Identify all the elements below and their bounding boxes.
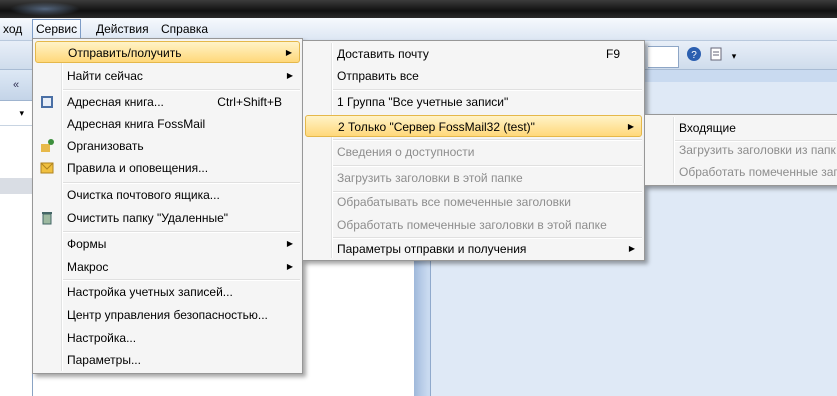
- toolbar-overflow-icon[interactable]: ▾: [728, 46, 740, 66]
- menu-item-process-all-marked[interactable]: Обрабатывать все помеченные заголовки: [305, 191, 642, 213]
- menu-service[interactable]: Сервис: [32, 19, 82, 39]
- menu-item-download-headers-from-folders[interactable]: Загрузить заголовки из папк: [647, 139, 837, 161]
- menu-item-macro[interactable]: Макрос ▶: [35, 256, 300, 278]
- server-submenu: Входящие Загрузить заголовки из папк Обр…: [644, 114, 837, 186]
- help-icon[interactable]: ?: [684, 46, 704, 66]
- organize-icon: [39, 138, 55, 154]
- chevron-down-icon[interactable]: ▾: [0, 101, 32, 126]
- selected-row: [0, 178, 32, 194]
- menu-item-send-receive[interactable]: Отправить/получить ▶: [35, 41, 300, 63]
- menu-item-forms[interactable]: Формы ▶: [35, 233, 300, 255]
- menu-item-address-book-fossmail[interactable]: Адресная книга FossMail: [35, 113, 300, 135]
- menu-item-send-all[interactable]: Отправить все: [305, 65, 642, 87]
- window-title-bar: [0, 0, 837, 18]
- options-icon[interactable]: [706, 46, 726, 66]
- toolbar-combo[interactable]: [648, 46, 679, 68]
- menu-item-empty-deleted[interactable]: Очистить папку "Удаленные": [35, 207, 300, 229]
- recycle-bin-icon: [39, 210, 55, 226]
- menu-item-download-headers[interactable]: Загрузить заголовки в этой папке: [305, 167, 642, 189]
- menu-item-send-receive-settings[interactable]: Параметры отправки и получения ▶: [305, 238, 642, 260]
- menu-go[interactable]: ход: [0, 20, 25, 38]
- menu-item-find-now[interactable]: Найти сейчас ▶: [35, 65, 300, 87]
- menu-item-rules[interactable]: Правила и оповещения...: [35, 157, 300, 179]
- menu-item-account-settings[interactable]: Настройка учетных записей...: [35, 281, 300, 303]
- address-book-icon: [39, 94, 55, 110]
- menu-item-availability[interactable]: Сведения о доступности: [305, 141, 642, 163]
- menu-item-process-marked-headers[interactable]: Обработать помеченные заг: [647, 161, 837, 183]
- menu-item-only-server[interactable]: 2 Только "Сервер FossMail32 (test)" ▶: [305, 115, 642, 137]
- collapse-icon[interactable]: «: [0, 70, 32, 101]
- menu-help[interactable]: Справка: [158, 20, 211, 38]
- menu-item-inbox[interactable]: Входящие: [647, 117, 837, 139]
- menu-item-organize[interactable]: Организовать: [35, 135, 300, 157]
- service-menu: Отправить/получить ▶ Найти сейчас ▶ Адресн…: [32, 38, 303, 374]
- menu-actions[interactable]: Действия: [93, 20, 152, 38]
- menu-item-deliver-mail[interactable]: Доставить почту F9: [305, 43, 642, 65]
- message-list-pane: [302, 258, 415, 396]
- menu-item-mailbox-cleanup[interactable]: Очистка почтового ящика...: [35, 184, 300, 206]
- menu-item-process-marked-folder[interactable]: Обработать помеченные заголовки в этой п…: [305, 214, 642, 236]
- menu-item-options[interactable]: Параметры...: [35, 349, 300, 371]
- navigation-pane: « ▾: [0, 70, 33, 396]
- rules-icon: [39, 160, 55, 176]
- menu-item-trust-center[interactable]: Центр управления безопасностью...: [35, 304, 300, 326]
- send-receive-submenu: Доставить почту F9 Отправить все 1 Группа…: [302, 40, 645, 261]
- svg-text:?: ?: [691, 50, 697, 61]
- menu-item-address-book[interactable]: Адресная книга... Ctrl+Shift+B: [35, 91, 300, 113]
- menu-item-group-all-accounts[interactable]: 1 Группа "Все учетные записи": [305, 91, 642, 113]
- menu-item-customize[interactable]: Настройка...: [35, 327, 300, 349]
